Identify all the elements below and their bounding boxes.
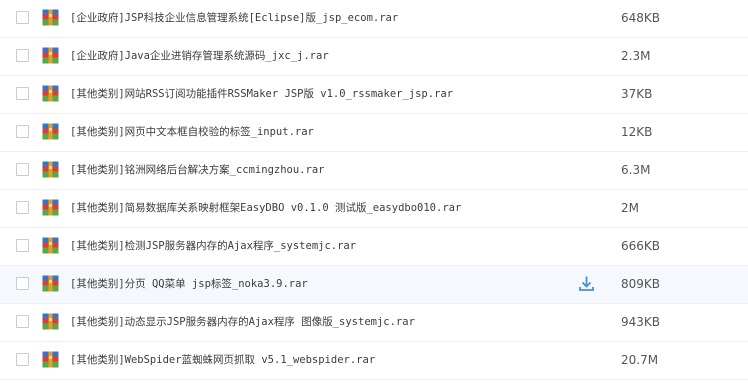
file-row[interactable]: [企业政府]JSP科技企业信息管理系统[Eclipse]版_jsp_ecom.r… <box>0 0 748 38</box>
rar-archive-icon <box>42 85 59 102</box>
row-checkbox[interactable] <box>16 49 29 62</box>
file-size: 648KB <box>621 11 661 25</box>
file-size: 666KB <box>621 239 661 253</box>
file-row[interactable]: [其他类别]动态显示JSP服务器内存的Ajax程序 图像版_systemjc.r… <box>0 304 748 342</box>
file-size: 2.3M <box>621 49 651 63</box>
file-size: 809KB <box>621 277 661 291</box>
file-row[interactable]: [其他类别]简易数据库关系映射框架EasyDBO v0.1.0 测试版_easy… <box>0 190 748 228</box>
file-size: 12KB <box>621 125 653 139</box>
file-size: 37KB <box>621 87 653 101</box>
file-size: 943KB <box>621 315 661 329</box>
file-name[interactable]: [其他类别]铭洲网络后台解决方案_ccmingzhou.rar <box>70 161 324 179</box>
row-checkbox[interactable] <box>16 353 29 366</box>
file-name[interactable]: [其他类别]WebSpider蓝蜘蛛网页抓取 v5.1_webspider.ra… <box>70 351 375 369</box>
rar-archive-icon <box>42 237 59 254</box>
download-icon[interactable] <box>578 275 595 292</box>
row-checkbox[interactable] <box>16 125 29 138</box>
file-size: 6.3M <box>621 163 651 177</box>
rar-archive-icon <box>42 313 59 330</box>
file-size: 2M <box>621 201 639 215</box>
row-checkbox[interactable] <box>16 277 29 290</box>
file-list: [企业政府]JSP科技企业信息管理系统[Eclipse]版_jsp_ecom.r… <box>0 0 748 385</box>
file-name[interactable]: [其他类别]简易数据库关系映射框架EasyDBO v0.1.0 测试版_easy… <box>70 199 461 217</box>
rar-archive-icon <box>42 123 59 140</box>
rar-archive-icon <box>42 199 59 216</box>
rar-archive-icon <box>42 275 59 292</box>
row-checkbox[interactable] <box>16 163 29 176</box>
file-row[interactable]: [其他类别]分页 QQ菜单 jsp标签_noka3.9.rar 809KB <box>0 266 748 304</box>
file-row[interactable]: [其他类别]铭洲网络后台解决方案_ccmingzhou.rar 6.3M <box>0 152 748 190</box>
file-row[interactable]: [其他类别]网页中文本框自校验的标签_input.rar 12KB <box>0 114 748 152</box>
rar-archive-icon <box>42 47 59 64</box>
file-row[interactable]: [其他类别]检测JSP服务器内存的Ajax程序_systemjc.rar 666… <box>0 228 748 266</box>
row-checkbox[interactable] <box>16 201 29 214</box>
rar-archive-icon <box>42 9 59 26</box>
file-name[interactable]: [其他类别]网页中文本框自校验的标签_input.rar <box>70 123 314 141</box>
file-row[interactable]: [企业政府]Java企业进销存管理系统源码_jxc_j.rar 2.3M <box>0 38 748 76</box>
row-checkbox[interactable] <box>16 239 29 252</box>
rar-archive-icon <box>42 161 59 178</box>
file-row[interactable]: [其他类别]WebSpider蓝蜘蛛网页抓取 v5.1_webspider.ra… <box>0 342 748 380</box>
file-name[interactable]: [其他类别]动态显示JSP服务器内存的Ajax程序 图像版_systemjc.r… <box>70 313 415 331</box>
row-checkbox[interactable] <box>16 87 29 100</box>
file-name[interactable]: [其他类别]检测JSP服务器内存的Ajax程序_systemjc.rar <box>70 237 356 255</box>
row-checkbox[interactable] <box>16 315 29 328</box>
file-name[interactable]: [其他类别]网站RSS订阅功能插件RSSMaker JSP版 v1.0_rssm… <box>70 85 453 103</box>
file-row[interactable]: [其他类别]网站RSS订阅功能插件RSSMaker JSP版 v1.0_rssm… <box>0 76 748 114</box>
file-name[interactable]: [其他类别]分页 QQ菜单 jsp标签_noka3.9.rar <box>70 275 308 293</box>
file-name[interactable]: [企业政府]JSP科技企业信息管理系统[Eclipse]版_jsp_ecom.r… <box>70 9 398 27</box>
file-name[interactable]: [企业政府]Java企业进销存管理系统源码_jxc_j.rar <box>70 47 329 65</box>
file-size: 20.7M <box>621 353 659 367</box>
row-checkbox[interactable] <box>16 11 29 24</box>
rar-archive-icon <box>42 351 59 368</box>
